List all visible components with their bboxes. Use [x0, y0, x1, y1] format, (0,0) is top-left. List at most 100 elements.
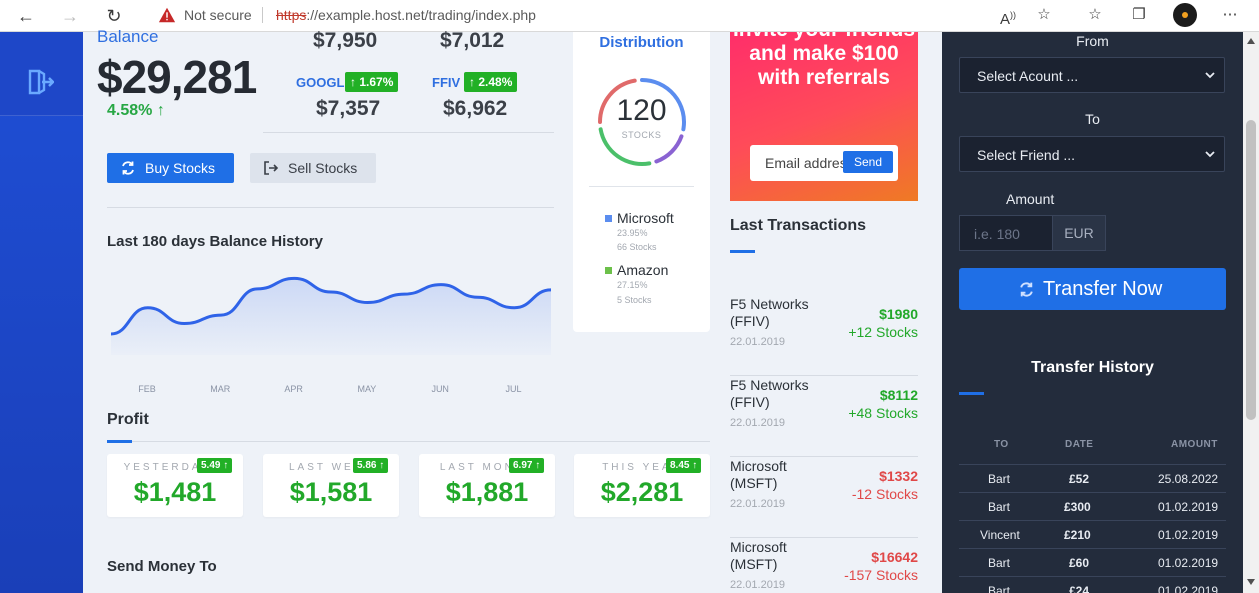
transfer-panel: From Select Acount ... To Select Friend … [942, 32, 1243, 593]
x-tick-label: MAY [357, 384, 376, 394]
transaction-date: 22.01.2019 [730, 579, 786, 591]
transactions-title: Last Transactions [730, 217, 867, 234]
favorites-icon[interactable]: ☆ [1084, 4, 1106, 26]
stock-price: $7,950 [313, 29, 378, 52]
transaction-date: 22.01.2019 [730, 498, 786, 510]
transaction-item[interactable]: Microsoft (MSFT) 22.01.2019 $16642 -157 … [730, 539, 918, 593]
column-header-amount: AMOUNT [1171, 439, 1218, 450]
profit-card: YESTERDAY 5.49 ↑ $1,481 [107, 454, 243, 517]
table-row[interactable]: Bart £24 01.02.2019 [959, 576, 1226, 593]
profit-title: Profit [107, 411, 149, 428]
table-row[interactable]: Bart £300 01.02.2019 [959, 492, 1226, 520]
divider [107, 441, 710, 442]
transaction-item[interactable]: F5 Networks (FFIV) 22.01.2019 $1980 +12 … [730, 296, 918, 376]
amount-placeholder: i.e. 180 [974, 226, 1020, 242]
cell-amount: £300 [1064, 500, 1091, 514]
sell-stocks-button[interactable]: Sell Stocks [250, 153, 376, 183]
profit-card: LAST WEEK 5.86 ↑ $1,581 [263, 454, 399, 517]
transaction-amount: $8112 [879, 387, 918, 403]
not-secure-label[interactable]: Not secure [184, 7, 252, 23]
transaction-item[interactable]: Microsoft (MSFT) 22.01.2019 $1332 -12 St… [730, 458, 918, 538]
profit-value: $1,581 [289, 477, 373, 507]
to-label: To [1085, 111, 1100, 127]
scrollbar-thumb[interactable] [1246, 120, 1256, 420]
collections-icon[interactable]: ❐ [1128, 4, 1150, 26]
stock-price: $7,012 [440, 29, 505, 52]
balance-history-chart: FEB MAR APR MAY JUN JUL [110, 276, 552, 394]
legend-swatch [605, 215, 612, 222]
amount-input[interactable]: i.e. 180 [959, 215, 1053, 251]
stock-change-badge: ↑ 1.67% [345, 72, 399, 92]
logout-icon[interactable] [28, 68, 54, 96]
transfer-now-button[interactable]: Transfer Now [959, 268, 1226, 310]
url-protocol: https [276, 7, 307, 23]
chart-title: Last 180 days Balance History [107, 233, 323, 250]
url-text[interactable]: https://example.host.net/trading/index.p… [276, 7, 536, 23]
buy-stocks-label: Buy Stocks [145, 160, 216, 176]
profit-card: THIS YEAR 8.45 ↑ $2,281 [574, 454, 710, 517]
transaction-name: Microsoft (MSFT) [730, 458, 787, 491]
transaction-stocks: +48 Stocks [848, 405, 918, 421]
cell-to: Bart [988, 556, 1011, 570]
sidebar-logout-area [0, 32, 83, 116]
currency-label: EUR [1052, 215, 1106, 251]
legend-name: Amazon [617, 262, 669, 278]
transaction-amount: $1332 [879, 468, 918, 484]
to-friend-select[interactable]: Select Friend ... [959, 136, 1225, 172]
profit-value: $1,481 [133, 477, 217, 507]
page-scrollbar[interactable] [1243, 32, 1259, 593]
from-account-select[interactable]: Select Acount ... [959, 57, 1225, 93]
transaction-date: 22.01.2019 [730, 417, 786, 429]
divider [107, 207, 554, 208]
legend-name: Microsoft [617, 210, 674, 226]
scroll-down-icon[interactable] [1247, 579, 1255, 585]
transaction-stocks: -12 Stocks [851, 486, 918, 502]
transaction-item[interactable]: F5 Networks (FFIV) 22.01.2019 $8112 +48 … [730, 377, 918, 457]
table-row[interactable]: Vincent £210 01.02.2019 [959, 520, 1226, 548]
cell-to: Bart [988, 584, 1011, 593]
stock-symbol: FFIV [432, 75, 461, 90]
reload-icon[interactable]: ↻ [102, 4, 126, 28]
stock-price: $6,962 [443, 97, 508, 120]
from-label: From [1076, 33, 1109, 49]
referral-card: Invite your friends and make $100 with r… [730, 32, 918, 201]
transaction-name: F5 Networks (FFIV) [730, 377, 809, 410]
scroll-up-icon[interactable] [1247, 38, 1255, 44]
left-sidebar [0, 32, 83, 593]
exit-icon [264, 161, 279, 175]
back-arrow-icon[interactable]: ← [14, 4, 38, 28]
more-menu-icon[interactable]: ⋯ [1219, 4, 1241, 26]
distribution-total: 120 [616, 94, 667, 127]
stock-change-badge: ↑ 2.48% [464, 72, 518, 92]
email-placeholder: Email address [765, 155, 854, 171]
profit-value: $1,881 [445, 477, 529, 507]
x-tick-label: JUN [431, 384, 449, 394]
profit-badge: 6.97 ↑ [509, 458, 545, 473]
chart-area-fill [111, 278, 551, 355]
profile-avatar[interactable] [1173, 3, 1197, 27]
profit-card: LAST MONTH 6.97 ↑ $1,881 [419, 454, 555, 517]
transaction-name: F5 Networks (FFIV) [730, 296, 809, 329]
profit-badge: 8.45 ↑ [666, 458, 702, 473]
cell-to: Bart [988, 500, 1011, 514]
legend-swatch [605, 267, 612, 274]
donut-segment [654, 134, 684, 164]
transaction-amount: $1980 [879, 306, 918, 322]
table-row[interactable]: Bart £52 25.08.2022 [959, 464, 1226, 492]
distribution-title: Distribution [599, 34, 684, 51]
from-account-value: Select Acount ... [977, 68, 1079, 84]
address-bar[interactable]: Not secure https://example.host.net/trad… [142, 2, 1142, 28]
read-aloud-icon[interactable]: A)) [997, 4, 1019, 28]
balance-value: $29,281 [97, 51, 257, 103]
cell-amount: £60 [1069, 556, 1090, 570]
send-button[interactable]: Send [843, 151, 893, 173]
buy-stocks-button[interactable]: Buy Stocks [107, 153, 234, 183]
legend-count: 5 Stocks [617, 295, 652, 305]
cell-date: 25.08.2022 [1158, 472, 1219, 486]
distribution-card: Distribution 120 STOCKS Microsoft 23.95%… [573, 32, 710, 332]
table-row[interactable]: Bart £60 01.02.2019 [959, 548, 1226, 576]
referral-email-input[interactable]: Email address Send [750, 145, 898, 181]
forward-arrow-icon[interactable]: → [58, 4, 82, 28]
add-favorite-icon[interactable]: ☆ [1033, 4, 1055, 26]
to-friend-value: Select Friend ... [977, 147, 1076, 163]
